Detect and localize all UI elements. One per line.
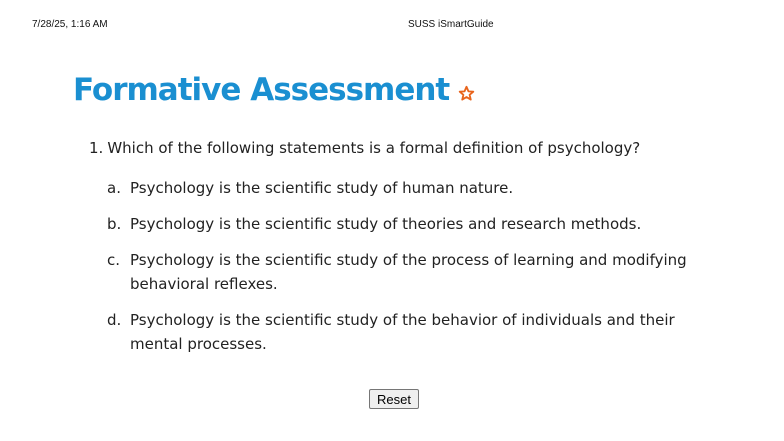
reset-button[interactable]: Reset bbox=[369, 389, 419, 409]
option-letter: c. bbox=[107, 251, 121, 269]
option-text: Psychology is the scientific study of th… bbox=[130, 215, 642, 233]
option-text: Psychology is the scientific study of th… bbox=[130, 251, 687, 293]
answer-option-c[interactable]: c. Psychology is the scientific study of… bbox=[107, 248, 727, 296]
star-outline-icon[interactable] bbox=[458, 85, 475, 102]
question-text: Which of the following statements is a f… bbox=[107, 139, 641, 157]
print-site-title: SUSS iSmartGuide bbox=[408, 19, 494, 30]
option-letter: d. bbox=[107, 311, 122, 329]
question-prompt: 1. Which of the following statements is a… bbox=[89, 139, 640, 157]
answer-option-d[interactable]: d. Psychology is the scientific study of… bbox=[107, 308, 727, 356]
answer-options: a. Psychology is the scientific study of… bbox=[107, 176, 727, 368]
print-page: 7/28/25, 1:16 AM SUSS iSmartGuide Format… bbox=[0, 0, 784, 441]
answer-option-b[interactable]: b. Psychology is the scientific study of… bbox=[107, 212, 727, 236]
page-title: Formative Assessment bbox=[73, 72, 450, 108]
option-text: Psychology is the scientific study of hu… bbox=[130, 179, 514, 197]
option-letter: a. bbox=[107, 179, 121, 197]
print-header: 7/28/25, 1:16 AM SUSS iSmartGuide bbox=[0, 19, 784, 33]
answer-option-a[interactable]: a. Psychology is the scientific study of… bbox=[107, 176, 727, 200]
question-number: 1. bbox=[89, 139, 104, 157]
title-row: Formative Assessment bbox=[73, 68, 475, 112]
option-text: Psychology is the scientific study of th… bbox=[130, 311, 675, 353]
print-datetime: 7/28/25, 1:16 AM bbox=[32, 19, 108, 30]
option-letter: b. bbox=[107, 215, 122, 233]
